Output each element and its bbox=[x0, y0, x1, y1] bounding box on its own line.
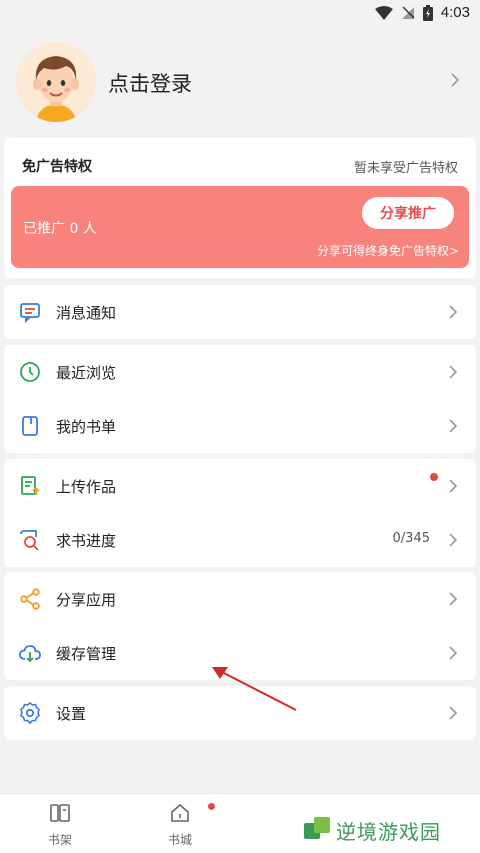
promoted-count: 已推广 0 人 bbox=[23, 221, 97, 237]
menu-label-upload: 上传作品 bbox=[56, 478, 117, 496]
chevron-right-icon bbox=[449, 305, 458, 319]
menu-group-messages: 消息通知 bbox=[4, 285, 476, 339]
bookshelf-icon bbox=[50, 804, 70, 822]
message-icon bbox=[20, 303, 40, 324]
upload-document-icon bbox=[21, 476, 40, 495]
chevron-right-icon bbox=[449, 592, 458, 606]
avatar[interactable] bbox=[16, 42, 96, 122]
menu-item-cache[interactable]: 缓存管理 bbox=[4, 626, 476, 680]
watermark: 逆境游戏园 bbox=[280, 803, 480, 853]
share-icon bbox=[20, 588, 40, 610]
menu-group-reading: 最近浏览 我的书单 bbox=[4, 345, 476, 453]
nav-tab-bookstore[interactable]: 书城 bbox=[150, 802, 210, 848]
menu-item-share-app[interactable]: 分享应用 bbox=[4, 572, 476, 626]
menu-label-settings: 设置 bbox=[56, 705, 87, 723]
ad-free-title: 免广告特权 bbox=[22, 159, 92, 175]
chevron-right-icon bbox=[449, 646, 458, 660]
notification-dot bbox=[208, 803, 215, 810]
status-bar: 4:03 bbox=[0, 0, 480, 28]
menu-label-messages: 消息通知 bbox=[56, 304, 117, 322]
menu-item-booklist[interactable]: 我的书单 bbox=[4, 399, 476, 453]
chevron-right-icon bbox=[449, 706, 458, 720]
book-icon bbox=[22, 416, 38, 436]
profile-header[interactable]: 点击登录 bbox=[0, 38, 480, 126]
menu-label-share-app: 分享应用 bbox=[56, 591, 117, 609]
menu-item-upload[interactable]: 上传作品 bbox=[4, 459, 476, 513]
login-label[interactable]: 点击登录 bbox=[108, 68, 192, 98]
menu-label-request: 求书进度 bbox=[56, 532, 117, 550]
menu-item-recent[interactable]: 最近浏览 bbox=[4, 345, 476, 399]
ad-free-card: 免广告特权 暂未享受广告特权 已推广 0 人 分享推广 分享可得终身免广告特权> bbox=[4, 138, 476, 278]
menu-label-recent: 最近浏览 bbox=[56, 364, 117, 382]
gear-icon bbox=[20, 701, 40, 725]
menu-item-messages[interactable]: 消息通知 bbox=[4, 285, 476, 339]
chevron-right-icon bbox=[449, 419, 458, 433]
home-icon bbox=[171, 803, 189, 822]
menu-group-works: 上传作品 求书进度 0/345 bbox=[4, 459, 476, 567]
wifi-icon bbox=[374, 5, 393, 20]
clock-icon bbox=[20, 362, 40, 382]
cloud-download-icon bbox=[19, 645, 41, 663]
no-signal-icon bbox=[401, 5, 415, 19]
request-progress-value: 0/345 bbox=[392, 531, 430, 546]
watermark-logo bbox=[304, 817, 330, 839]
menu-label-booklist: 我的书单 bbox=[56, 418, 117, 436]
menu-label-cache: 缓存管理 bbox=[56, 645, 117, 663]
chevron-right-icon bbox=[451, 73, 460, 87]
promotion-banner: 已推广 0 人 分享推广 分享可得终身免广告特权> bbox=[11, 186, 469, 268]
chevron-right-icon bbox=[449, 479, 458, 493]
ad-free-status: 暂未享受广告特权 bbox=[353, 161, 458, 176]
clock: 4:03 bbox=[440, 4, 470, 21]
watermark-text: 逆境游戏园 bbox=[336, 820, 441, 844]
search-book-icon bbox=[20, 530, 39, 551]
share-promo-button[interactable]: 分享推广 bbox=[362, 197, 454, 229]
menu-item-request[interactable]: 求书进度 0/345 bbox=[4, 513, 476, 567]
nav-label-bookshelf: 书架 bbox=[47, 833, 72, 847]
nav-tab-bookshelf[interactable]: 书架 bbox=[30, 802, 90, 848]
chevron-right-icon bbox=[449, 365, 458, 379]
nav-label-bookstore: 书城 bbox=[167, 833, 192, 847]
chevron-right-icon bbox=[449, 533, 458, 547]
menu-item-settings[interactable]: 设置 bbox=[4, 686, 476, 740]
notification-dot bbox=[430, 473, 438, 481]
menu-group-settings: 设置 bbox=[4, 686, 476, 740]
share-hint-link[interactable]: 分享可得终身免广告特权> bbox=[317, 242, 459, 259]
menu-group-app: 分享应用 缓存管理 bbox=[4, 572, 476, 680]
battery-charging-icon bbox=[422, 4, 433, 21]
